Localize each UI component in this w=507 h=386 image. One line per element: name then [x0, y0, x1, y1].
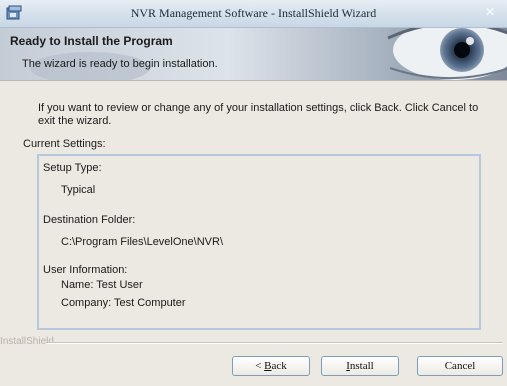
back-button[interactable]: < Back: [232, 356, 310, 376]
install-button[interactable]: Install: [321, 356, 399, 376]
banner-subtitle: The wizard is ready to begin installatio…: [22, 58, 218, 70]
close-icon[interactable]: ×: [481, 4, 499, 22]
banner-title: Ready to Install the Program: [10, 34, 173, 48]
setup-type-value: Typical: [61, 184, 96, 196]
setup-type-label: Setup Type:: [43, 162, 102, 174]
user-information-label: User Information:: [43, 264, 128, 276]
destination-folder-label: Destination Folder:: [43, 214, 136, 226]
cancel-button[interactable]: Cancel: [417, 356, 503, 376]
user-name-line: Name: Test User: [61, 279, 143, 291]
title-bar[interactable]: NVR Management Software - InstallShield …: [0, 0, 507, 28]
company-line: Company: Test Computer: [61, 297, 186, 309]
back-accelerator: B: [264, 360, 272, 372]
window-title: NVR Management Software - InstallShield …: [130, 6, 377, 20]
back-label-rest: ack: [271, 360, 287, 372]
destination-folder-value: C:\Program Files\LevelOne\NVR\: [61, 236, 223, 248]
installer-window: NVR Management Software - InstallShield …: [0, 0, 507, 386]
footer-divider: [46, 342, 503, 344]
header-banner: Ready to Install the Program The wizard …: [0, 28, 507, 81]
intro-text: If you want to review or change any of y…: [38, 102, 479, 127]
current-settings-label: Current Settings:: [23, 138, 106, 150]
settings-summary-box[interactable]: Setup Type: Typical Destination Folder: …: [37, 154, 481, 330]
back-prefix: <: [255, 360, 265, 372]
install-label-rest: nstall: [349, 360, 374, 372]
